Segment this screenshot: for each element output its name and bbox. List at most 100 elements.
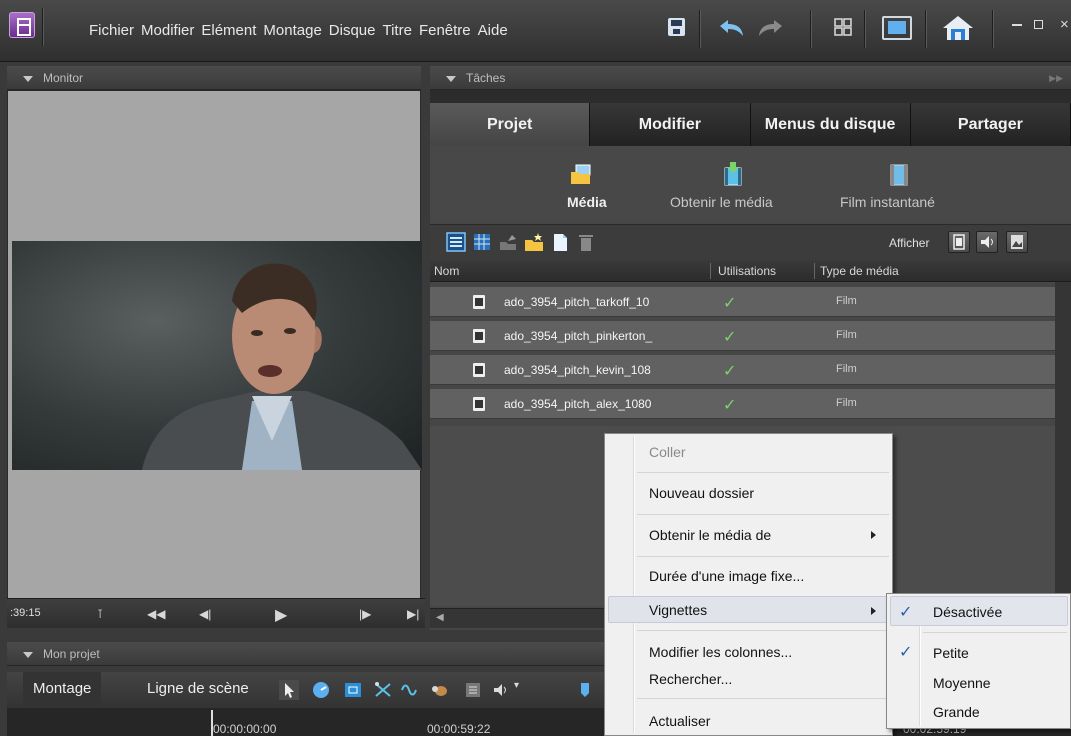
tab-menus-du-disque[interactable]: Menus du disque [750,103,911,146]
panel-menu-icon[interactable]: ▶▶ [1049,66,1063,90]
maximize-button[interactable] [1034,20,1043,29]
undo-icon[interactable] [716,18,746,40]
menu-separator [637,698,889,699]
home-icon[interactable] [941,14,975,42]
close-button[interactable]: × [1060,16,1069,33]
menu-item-nouveau-dossier[interactable]: Nouveau dossier [649,485,754,501]
submenu-item-moyenne[interactable]: Moyenne [933,675,991,691]
menu-item-vignettes[interactable]: Vignettes [649,602,707,618]
menu-disque[interactable]: Disque [329,22,376,39]
tab-modifier[interactable]: Modifier [590,103,751,146]
submenu-item-desactivee[interactable]: Désactivée [933,604,1002,620]
media-row[interactable]: ado_3954_pitch_pinkerton_ ✓ Film [430,321,1055,351]
collapse-icon[interactable] [446,76,456,82]
menu-item-obtenir-le-media-de[interactable]: Obtenir le média de [649,527,771,543]
project-subtabs: Média Obtenir le média Film instantané [430,146,1071,220]
column-divider[interactable] [814,263,815,279]
markers-icon[interactable] [463,680,483,700]
marker-flag-icon[interactable] [575,680,595,700]
audio-mixer-icon[interactable] [491,680,511,700]
fullscreen-icon[interactable] [882,16,912,40]
menu-titre[interactable]: Titre [382,22,411,39]
smart-mix-icon[interactable] [399,680,419,700]
show-images-toggle[interactable] [1006,231,1028,253]
video-frame-image [142,263,422,470]
trash-icon[interactable] [576,232,596,252]
show-audio-toggle[interactable] [976,231,998,253]
play-icon[interactable]: ▶ [275,605,287,625]
menu-fichier[interactable]: Fichier [89,22,134,39]
column-divider[interactable] [710,263,711,279]
video-preview[interactable] [12,241,422,470]
list-view-icon[interactable] [446,232,466,252]
column-type-de-media[interactable]: Type de média [820,264,899,278]
tab-projet[interactable]: Projet [430,103,591,146]
check-icon: ✓ [899,644,913,661]
rewind-icon[interactable]: ◀◀ [147,607,165,621]
organizer-icon[interactable] [834,18,852,36]
media-folder-icon [571,164,591,184]
menu-fenetre[interactable]: Fenêtre [419,22,471,39]
movie-file-icon [473,363,485,377]
move-to-folder-icon[interactable] [498,232,518,252]
menu-item-coller[interactable]: Coller [649,444,686,460]
menu-separator [637,556,889,557]
minimize-button[interactable] [1012,24,1022,26]
used-check-icon: ✓ [723,295,737,312]
media-name: ado_3954_pitch_tarkoff_10 [504,295,650,309]
redo-icon[interactable] [756,18,786,40]
collapse-icon[interactable] [23,652,33,658]
audio-dropdown-icon[interactable]: ▾ [514,680,519,691]
menu-modifier[interactable]: Modifier [141,22,194,39]
vertical-scrollbar[interactable] [1055,282,1071,608]
menu-item-modifier-les-colonnes[interactable]: Modifier les colonnes... [649,644,792,660]
menu-montage[interactable]: Montage [263,22,321,39]
save-icon[interactable] [668,18,685,36]
tasks-panel-header[interactable]: Tâches ▶▶ [430,66,1071,90]
set-in-point-icon[interactable]: ⊺ [97,607,103,621]
submenu-arrow-icon [871,607,876,615]
movie-file-icon [473,295,485,309]
get-media-icon [724,162,742,186]
tab-partager[interactable]: Partager [910,103,1071,146]
scroll-left-icon[interactable]: ◀ [436,612,444,623]
step-forward-icon[interactable]: |▶ [359,607,371,621]
app-logo-icon[interactable] [9,12,35,38]
collapse-icon[interactable] [23,76,33,82]
smart-trim-icon[interactable] [373,680,393,700]
menu-element[interactable]: Elément [201,22,256,39]
media-row[interactable]: ado_3954_pitch_kevin_108 ✓ Film [430,355,1055,385]
submenu-item-petite[interactable]: Petite [933,645,969,661]
tab-ligne-de-scene[interactable]: Ligne de scène [137,672,259,708]
check-icon: ✓ [899,604,913,621]
smart-fix-icon[interactable] [343,680,363,700]
monitor-panel-header[interactable]: Monitor [7,66,421,90]
column-nom[interactable]: Nom [434,264,459,278]
new-item-icon[interactable] [550,232,570,252]
submenu-item-grande[interactable]: Grande [933,704,980,720]
timecode-start: 00:00:00:00 [213,722,277,736]
new-folder-icon[interactable] [524,232,544,252]
media-row[interactable]: ado_3954_pitch_alex_1080 ✓ Film [430,389,1055,419]
tab-montage[interactable]: Montage [23,672,102,708]
grid-view-icon[interactable] [472,232,492,252]
media-row[interactable]: ado_3954_pitch_tarkoff_10 ✓ Film [430,287,1055,317]
fast-forward-icon[interactable]: ▶| [407,607,419,621]
motion-tracking-icon[interactable] [429,680,449,700]
menu-item-duree-image-fixe[interactable]: Durée d'une image fixe... [649,568,804,584]
column-utilisations[interactable]: Utilisations [718,264,776,278]
step-back-icon[interactable]: ◀| [199,607,211,621]
time-stretch-icon[interactable] [311,680,331,700]
show-video-toggle[interactable] [948,231,970,253]
used-check-icon: ✓ [723,329,737,346]
media-type: Film [836,363,857,375]
selection-tool-icon[interactable] [279,680,299,700]
divider [42,8,43,46]
media-type: Film [836,329,857,341]
vignettes-submenu: ✓ Désactivée ✓ Petite Moyenne Grande [886,593,1071,729]
menu-item-actualiser[interactable]: Actualiser [649,713,710,729]
menu-separator [637,472,889,473]
monitor-controls: :39:15 ⊺ ◀◀ ◀| ▶ |▶ ▶| [7,598,425,628]
menu-item-rechercher[interactable]: Rechercher... [649,671,732,687]
menu-aide[interactable]: Aide [478,22,508,39]
